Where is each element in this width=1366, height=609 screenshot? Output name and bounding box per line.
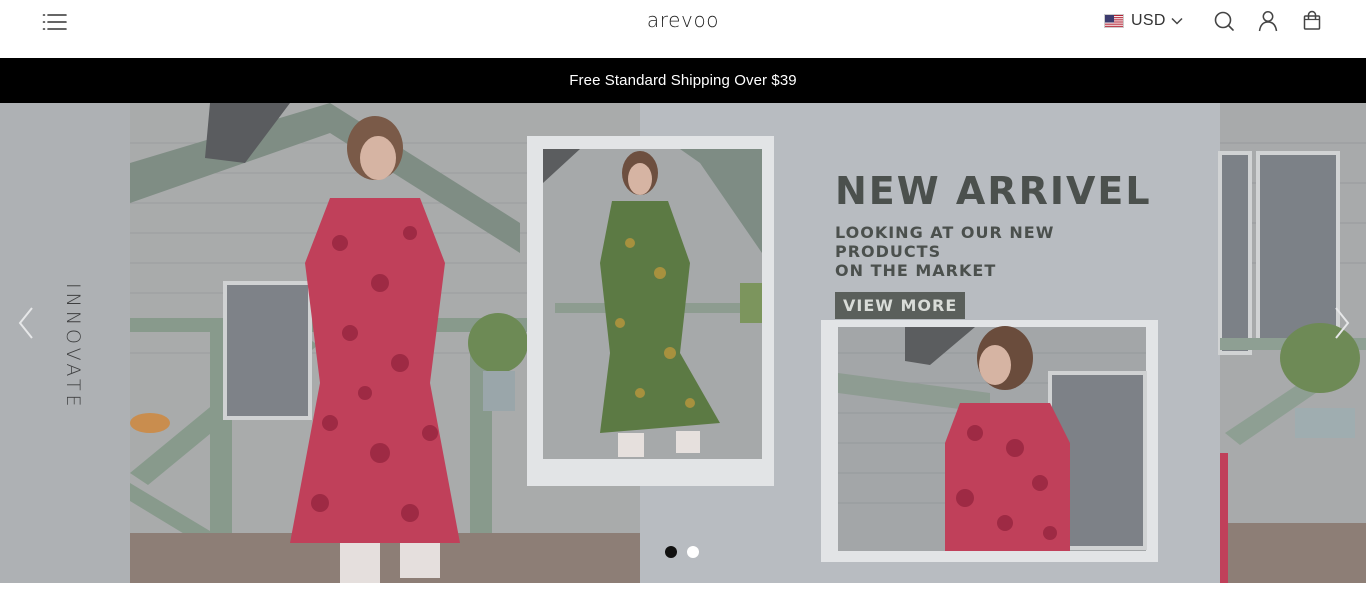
chevron-down-icon [1171,12,1183,30]
site-logo[interactable]: arevoo [647,8,719,32]
hero-subline: LOOKING AT OUR NEW PRODUCTS ON THE MARKE… [835,223,1135,280]
slider-pagination [665,546,699,558]
us-flag-icon [1104,14,1124,28]
prev-slide-arrow-icon[interactable] [12,303,42,343]
hero-subline-2: ON THE MARKET [835,261,997,280]
slide-dot-1[interactable] [665,546,677,558]
search-icon[interactable] [1213,10,1235,32]
announcement-bar: Free Standard Shipping Over $39 [0,58,1366,103]
hero-subline-1: LOOKING AT OUR NEW PRODUCTS [835,223,1055,261]
slide-dot-2[interactable] [687,546,699,558]
next-slide-arrow-icon[interactable] [1326,303,1356,343]
site-header: arevoo USD [0,0,1366,58]
hero-banner-image [0,103,1366,583]
hero-headline: NEW ARRIVEL [835,169,1152,213]
view-more-button[interactable]: VIEW MORE [835,292,966,319]
user-icon[interactable] [1257,10,1279,32]
currency-label: USD [1131,12,1166,29]
hero-slider[interactable]: INNOVATE NEW ARRIVEL LOOKING AT OUR NEW … [0,103,1366,583]
vertical-tagline: INNOVATE [62,283,84,411]
cart-icon[interactable] [1301,10,1323,32]
announcement-text: Free Standard Shipping Over $39 [569,72,797,89]
currency-selector[interactable]: USD [1104,10,1183,32]
hero-text-block: NEW ARRIVEL LOOKING AT OUR NEW PRODUCTS … [835,169,1152,319]
